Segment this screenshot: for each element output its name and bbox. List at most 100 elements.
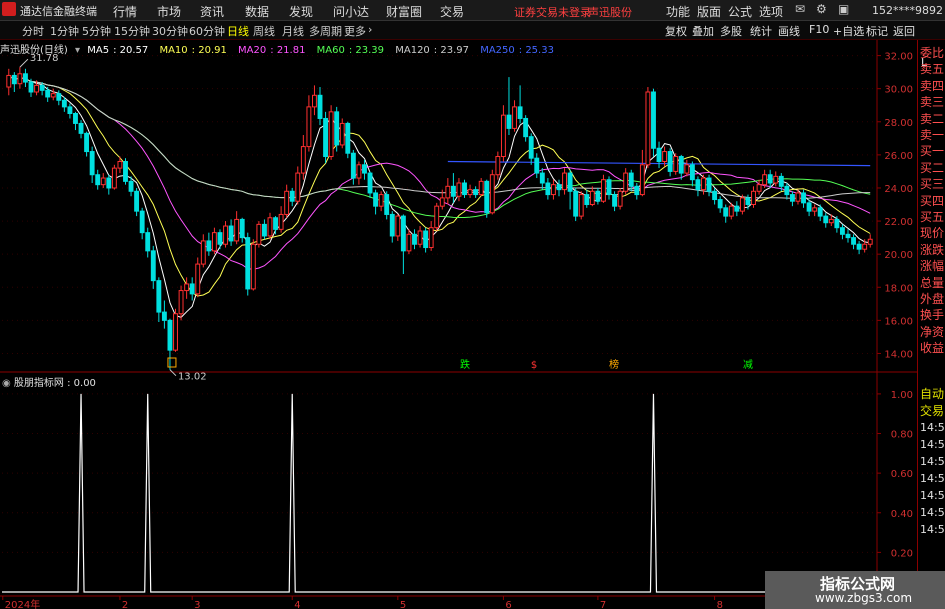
candle-body-66: [373, 192, 379, 207]
candle-body-8: [50, 93, 56, 98]
candle-body-61: [345, 122, 351, 154]
tab-5min[interactable]: 5分钟: [82, 23, 111, 39]
menu-item-discover[interactable]: 发现: [289, 3, 313, 20]
candle-body-16: [95, 174, 101, 186]
chevron-right-icon[interactable]: ›: [368, 23, 372, 36]
candle-body-76: [428, 227, 434, 249]
tab-1min[interactable]: 1分钟: [50, 23, 79, 39]
tab-multi-period[interactable]: 多周期: [309, 23, 342, 39]
candle-body-12: [73, 113, 78, 124]
multi-stock-button[interactable]: 多股: [720, 23, 742, 39]
menu-item-options[interactable]: 选项: [759, 3, 783, 20]
draw-line-button[interactable]: 画线: [778, 23, 800, 39]
candle-body-92: [517, 106, 523, 119]
candle-13: [78, 120, 84, 139]
add-favorite-button[interactable]: +自选: [833, 23, 864, 39]
candle-body-7: [45, 89, 51, 98]
mark-button[interactable]: 标记: [866, 23, 888, 39]
candle-body-29: [167, 319, 173, 351]
tab-weekly[interactable]: 周线: [253, 23, 275, 39]
candle-37: [211, 227, 217, 255]
candle-body-22: [128, 180, 134, 192]
menu-item-wealth[interactable]: 财富圈: [386, 3, 422, 20]
menu-item-trade[interactable]: 交易: [440, 3, 464, 20]
panel-label-7: 买二: [920, 160, 945, 175]
candle-26: [150, 245, 156, 289]
kline-chart[interactable]: 31.78 13.02 跌 $ 榜 减 32.00 30.00 28.00 26.00 24.00…: [0, 40, 917, 609]
candle-body-78: [439, 197, 445, 207]
candle-body-80: [450, 185, 456, 197]
tab-monthly[interactable]: 月线: [282, 23, 304, 39]
watermark: 指标公式网 www.zbgs3.com: [765, 571, 945, 609]
candle-116: [651, 88, 656, 157]
candle-33: [189, 277, 195, 301]
candle-19: [111, 164, 117, 190]
candle-body-123: [689, 164, 695, 181]
candle-67: [378, 191, 384, 212]
candle-39: [223, 221, 228, 248]
panel-label-13: 涨幅: [920, 259, 945, 274]
candle-91: [512, 100, 517, 132]
candle-57: [323, 111, 329, 164]
tab-more[interactable]: 更多: [344, 23, 366, 39]
candle-31: [178, 285, 184, 321]
candle-66: [373, 189, 379, 215]
tab-15min[interactable]: 15分钟: [114, 23, 150, 39]
menu-item-layout[interactable]: 版面: [697, 3, 721, 20]
mail-icon[interactable]: ✉: [795, 2, 805, 16]
menu-item-quotes[interactable]: 行情: [113, 3, 137, 20]
user-account[interactable]: 152****9892: [872, 4, 943, 17]
candle-body-15: [89, 151, 95, 176]
candle-18: [106, 174, 112, 195]
candle-body-146: [817, 207, 823, 217]
f10-button[interactable]: F10: [809, 23, 829, 36]
menu-item-ask[interactable]: 问小达: [333, 3, 369, 20]
chevron-down-icon[interactable]: ◉: [2, 378, 11, 389]
candle-body-21: [123, 160, 128, 182]
candle-body-133: [745, 197, 751, 206]
candle-body-130: [728, 205, 734, 217]
panel-trade-label-1[interactable]: 交易: [920, 402, 944, 419]
candle-43: [245, 232, 251, 296]
candle-body-40: [228, 225, 234, 242]
candle-73: [412, 229, 417, 250]
tab-30min[interactable]: 30分钟: [152, 23, 188, 39]
trade-login-warning[interactable]: 证券交易未登录: [514, 4, 591, 20]
candle-122: [684, 159, 690, 177]
candle-8: [50, 88, 56, 101]
candle-body-77: [434, 205, 440, 229]
menu-item-function[interactable]: 功能: [666, 3, 690, 20]
settings-icon[interactable]: ⚙: [816, 2, 827, 16]
lock-icon[interactable]: ▣: [838, 2, 849, 16]
menu-item-news[interactable]: 资讯: [200, 3, 224, 20]
tab-intraday[interactable]: 分时: [22, 23, 44, 39]
overlay-button[interactable]: 叠加: [692, 23, 714, 39]
time-tick-label-7: 8: [717, 600, 723, 609]
menu-item-market[interactable]: 市场: [157, 3, 181, 20]
candle-body-106: [595, 190, 601, 202]
menu-item-formula[interactable]: 公式: [728, 3, 752, 20]
candle-body-79: [445, 185, 451, 199]
stats-button[interactable]: 统计: [750, 23, 772, 39]
candle-body-113: [634, 185, 640, 196]
candle-body-52: [295, 172, 301, 202]
candle-body-154: [862, 243, 868, 250]
candle-63: [356, 161, 362, 185]
candle-body-147: [823, 215, 829, 224]
back-button[interactable]: 返回: [893, 23, 915, 39]
candle-29: [167, 318, 173, 370]
ma120-line: [8, 75, 871, 199]
candle-body-35: [200, 240, 206, 265]
candle-body-108: [606, 179, 612, 196]
tab-60min[interactable]: 60分钟: [189, 23, 225, 39]
candle-135: [756, 179, 762, 195]
event-marker-box: [167, 357, 177, 368]
ind-tick-label-3: 0.40: [891, 509, 913, 520]
candle-body-39: [223, 225, 228, 245]
panel-trade-label-0[interactable]: 自动: [920, 385, 944, 402]
adjust-button[interactable]: 复权: [665, 23, 687, 39]
price-tick-label-9: 14.00: [884, 349, 913, 360]
menu-item-data[interactable]: 数据: [245, 3, 269, 20]
tab-daily[interactable]: 日线: [227, 23, 249, 39]
candle-74: [417, 226, 423, 248]
